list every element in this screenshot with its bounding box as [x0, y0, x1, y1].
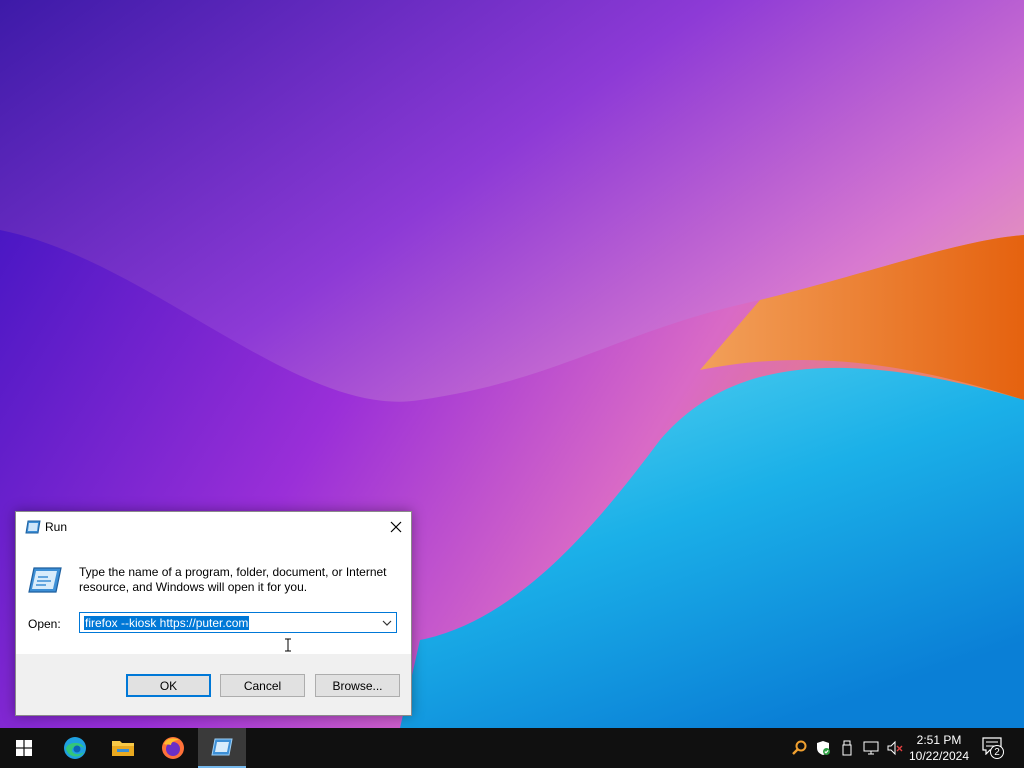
desktop: Run Type the name of a program, folder, …	[0, 0, 1024, 728]
dropdown-button[interactable]	[378, 613, 396, 632]
taskbar-edge[interactable]	[51, 728, 99, 768]
windows-logo-icon	[16, 740, 32, 756]
edge-icon	[64, 737, 86, 759]
monitor-icon	[863, 741, 879, 755]
usb-device-icon[interactable]	[838, 739, 856, 757]
cancel-button[interactable]: Cancel	[220, 674, 305, 697]
system-clock[interactable]: 2:51 PM 10/22/2024	[904, 732, 974, 764]
shield-icon	[817, 741, 830, 755]
run-icon	[211, 738, 233, 756]
search-tray-icon[interactable]	[790, 739, 808, 757]
title-bar[interactable]: Run	[16, 512, 411, 542]
open-input[interactable]: firefox --kiosk https://puter.com	[84, 616, 250, 630]
taskbar-run[interactable]	[198, 728, 246, 768]
ok-button[interactable]: OK	[126, 674, 211, 697]
notification-center-button[interactable]: 2	[978, 737, 1008, 759]
browse-button[interactable]: Browse...	[315, 674, 400, 697]
taskbar-file-explorer[interactable]	[99, 728, 147, 768]
run-program-icon	[28, 567, 62, 593]
dialog-title: Run	[45, 520, 68, 534]
run-icon	[25, 520, 41, 534]
taskbar-firefox[interactable]	[149, 728, 197, 768]
close-icon	[390, 521, 402, 533]
close-button[interactable]	[381, 512, 411, 542]
notification-count-badge: 2	[990, 745, 1004, 759]
text-cursor-icon	[285, 638, 291, 652]
volume-muted-icon[interactable]	[886, 739, 904, 757]
dialog-footer: OK Cancel Browse...	[16, 654, 411, 715]
start-button[interactable]	[0, 728, 48, 768]
taskbar: 2:51 PM 10/22/2024 2	[0, 728, 1024, 768]
chevron-down-icon	[382, 620, 392, 626]
network-icon[interactable]	[862, 739, 880, 757]
usb-icon	[842, 740, 852, 756]
speaker-mute-icon	[887, 740, 903, 756]
magnifier-icon	[792, 740, 807, 755]
dialog-description: Type the name of a program, folder, docu…	[79, 565, 387, 594]
clock-date: 10/22/2024	[908, 749, 970, 763]
folder-icon	[112, 741, 134, 756]
clock-time: 2:51 PM	[916, 733, 962, 747]
run-dialog: Run Type the name of a program, folder, …	[15, 511, 412, 716]
firefox-icon	[162, 737, 184, 759]
dialog-body: Type the name of a program, folder, docu…	[16, 542, 411, 654]
open-combobox[interactable]: firefox --kiosk https://puter.com	[79, 612, 397, 633]
security-shield-icon[interactable]	[814, 739, 832, 757]
open-label: Open:	[28, 617, 61, 631]
